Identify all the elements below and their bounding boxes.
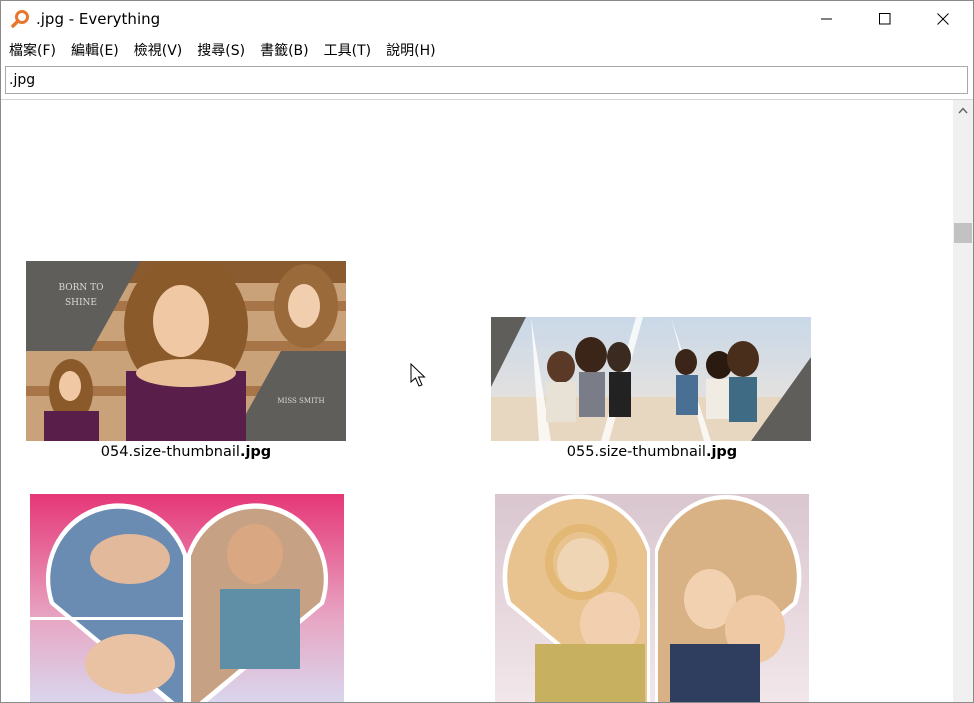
overlay-text-bottom: MISS SMITH — [277, 397, 325, 405]
thumbnail-heart-collage-soft[interactable] — [495, 494, 809, 702]
filename-match: .jpg — [239, 444, 272, 460]
maximize-button[interactable] — [856, 1, 914, 37]
overlay-text-top: BORN TO SHINE — [58, 283, 104, 308]
filename-054[interactable]: 054.size-thumbnail.jpg — [26, 443, 346, 461]
mouse-pointer-icon — [410, 362, 428, 393]
filename-match: .jpg — [705, 444, 738, 460]
magnifier-icon — [10, 9, 30, 29]
close-button[interactable] — [914, 1, 972, 37]
thumbnail-heart-collage-pink[interactable] — [30, 494, 344, 702]
minimize-button[interactable] — [798, 1, 856, 37]
minimize-icon — [821, 18, 832, 20]
close-icon — [937, 13, 949, 25]
menu-view[interactable]: 檢視(V) — [126, 41, 190, 61]
everything-window: .jpg - Everything 檔案(F) 編輯(E) 檢視(V) 搜尋(S… — [0, 0, 974, 703]
menu-bookmarks[interactable]: 書籤(B) — [252, 41, 316, 61]
title-bar[interactable]: .jpg - Everything — [1, 1, 973, 37]
scroll-thumb[interactable] — [954, 223, 972, 243]
window-title: .jpg - Everything — [36, 10, 161, 28]
menu-bar: 檔案(F) 編輯(E) 檢視(V) 搜尋(S) 書籤(B) 工具(T) 說明(H… — [1, 39, 973, 63]
thumbnail-055[interactable] — [491, 317, 811, 441]
chevron-up-icon — [958, 106, 968, 113]
menu-file[interactable]: 檔案(F) — [1, 41, 63, 61]
results-thumbnail-view[interactable]: BORN TO SHINE MISS SMITH 054.size-thumbn… — [1, 100, 953, 702]
vertical-scrollbar[interactable] — [953, 100, 973, 702]
filename-055[interactable]: 055.size-thumbnail.jpg — [491, 443, 813, 461]
menu-edit[interactable]: 編輯(E) — [63, 41, 126, 61]
search-input[interactable] — [6, 67, 949, 93]
filename-text: 054.size-thumbnail — [100, 444, 240, 460]
thumbnail-054[interactable]: BORN TO SHINE MISS SMITH — [26, 261, 346, 441]
filename-text: 055.size-thumbnail — [566, 444, 706, 460]
scroll-up-button[interactable] — [953, 100, 973, 120]
search-box[interactable] — [5, 66, 968, 94]
menu-search[interactable]: 搜尋(S) — [189, 41, 252, 61]
maximize-icon — [879, 13, 891, 25]
menu-tools[interactable]: 工具(T) — [316, 41, 378, 61]
menu-help[interactable]: 說明(H) — [378, 41, 442, 61]
